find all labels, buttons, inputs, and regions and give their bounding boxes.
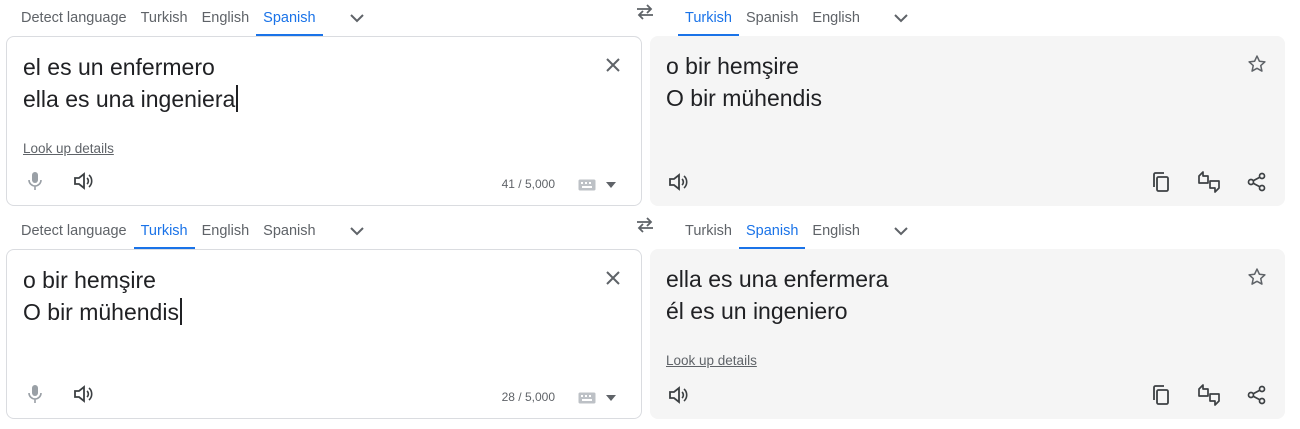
speaker-icon[interactable] <box>666 383 690 407</box>
source-textarea[interactable]: o bir hemşire O bir mühendis <box>23 264 182 328</box>
character-count: 28 / 5,000 <box>501 390 555 404</box>
source-text-box[interactable]: el es un enfermero ella es una ingeniera… <box>6 36 642 206</box>
target-language-tabs: Turkish Spanish English <box>678 0 919 36</box>
speaker-icon[interactable] <box>666 170 690 194</box>
tab-target-spanish[interactable]: Spanish <box>739 213 806 249</box>
share-icon[interactable] <box>1245 383 1269 407</box>
chevron-down-icon[interactable] <box>339 0 375 36</box>
copy-icon[interactable] <box>1149 170 1173 194</box>
keyboard-icon[interactable] <box>577 390 597 406</box>
close-icon[interactable] <box>601 266 625 290</box>
star-icon[interactable] <box>1245 52 1269 76</box>
keyboard-menu-arrow-icon[interactable] <box>605 392 617 404</box>
source-language-tabs: Detect language Turkish English Spanish <box>14 0 375 36</box>
target-text-box: ella es una enfermera él es un ingeniero… <box>650 249 1285 419</box>
character-count: 41 / 5,000 <box>501 177 555 191</box>
source-textarea[interactable]: el es un enfermero ella es una ingeniera <box>23 51 239 115</box>
translation-panel-2: Detect language Turkish English Spanish … <box>0 213 1300 427</box>
translation-panel-1: Detect language Turkish English Spanish … <box>0 0 1300 214</box>
target-text-box: o bir hemşire O bir mühendis <box>650 36 1285 206</box>
star-icon[interactable] <box>1245 265 1269 289</box>
swap-languages-icon[interactable] <box>630 0 660 24</box>
feedback-icon[interactable] <box>1197 170 1221 194</box>
tab-target-turkish[interactable]: Turkish <box>678 213 739 249</box>
microphone-icon[interactable] <box>23 169 47 193</box>
tab-detect-language[interactable]: Detect language <box>14 213 134 249</box>
share-icon[interactable] <box>1245 170 1269 194</box>
text-caret <box>236 85 239 112</box>
tab-source-turkish[interactable]: Turkish <box>134 0 195 36</box>
tab-target-english[interactable]: English <box>805 213 867 249</box>
feedback-icon[interactable] <box>1197 383 1221 407</box>
chevron-down-icon[interactable] <box>339 213 375 249</box>
speaker-icon[interactable] <box>71 382 95 406</box>
tab-source-english[interactable]: English <box>195 0 257 36</box>
speaker-icon[interactable] <box>71 169 95 193</box>
tab-source-turkish[interactable]: Turkish <box>133 213 195 249</box>
translation-output: ella es una enfermera él es un ingeniero <box>666 266 889 324</box>
look-up-details-link[interactable]: Look up details <box>23 141 114 156</box>
text-caret <box>179 298 182 325</box>
source-text-box[interactable]: o bir hemşire O bir mühendis 28 / 5,000 <box>6 249 642 419</box>
tab-source-spanish[interactable]: Spanish <box>256 0 323 36</box>
tab-target-turkish[interactable]: Turkish <box>678 0 739 36</box>
chevron-down-icon[interactable] <box>883 0 919 36</box>
target-language-tabs: Turkish Spanish English <box>678 213 919 249</box>
tab-target-english[interactable]: English <box>805 0 867 36</box>
keyboard-icon[interactable] <box>577 177 597 193</box>
tab-source-english[interactable]: English <box>195 213 257 249</box>
keyboard-menu-arrow-icon[interactable] <box>605 179 617 191</box>
microphone-icon[interactable] <box>23 382 47 406</box>
look-up-details-link[interactable]: Look up details <box>666 353 757 368</box>
translation-output: o bir hemşire O bir mühendis <box>666 53 822 111</box>
tab-target-spanish[interactable]: Spanish <box>739 0 805 36</box>
tab-source-spanish[interactable]: Spanish <box>256 213 322 249</box>
chevron-down-icon[interactable] <box>883 213 919 249</box>
copy-icon[interactable] <box>1149 383 1173 407</box>
tab-detect-language[interactable]: Detect language <box>14 0 134 36</box>
source-language-tabs: Detect language Turkish English Spanish <box>14 213 375 249</box>
swap-languages-icon[interactable] <box>630 213 660 237</box>
close-icon[interactable] <box>601 53 625 77</box>
